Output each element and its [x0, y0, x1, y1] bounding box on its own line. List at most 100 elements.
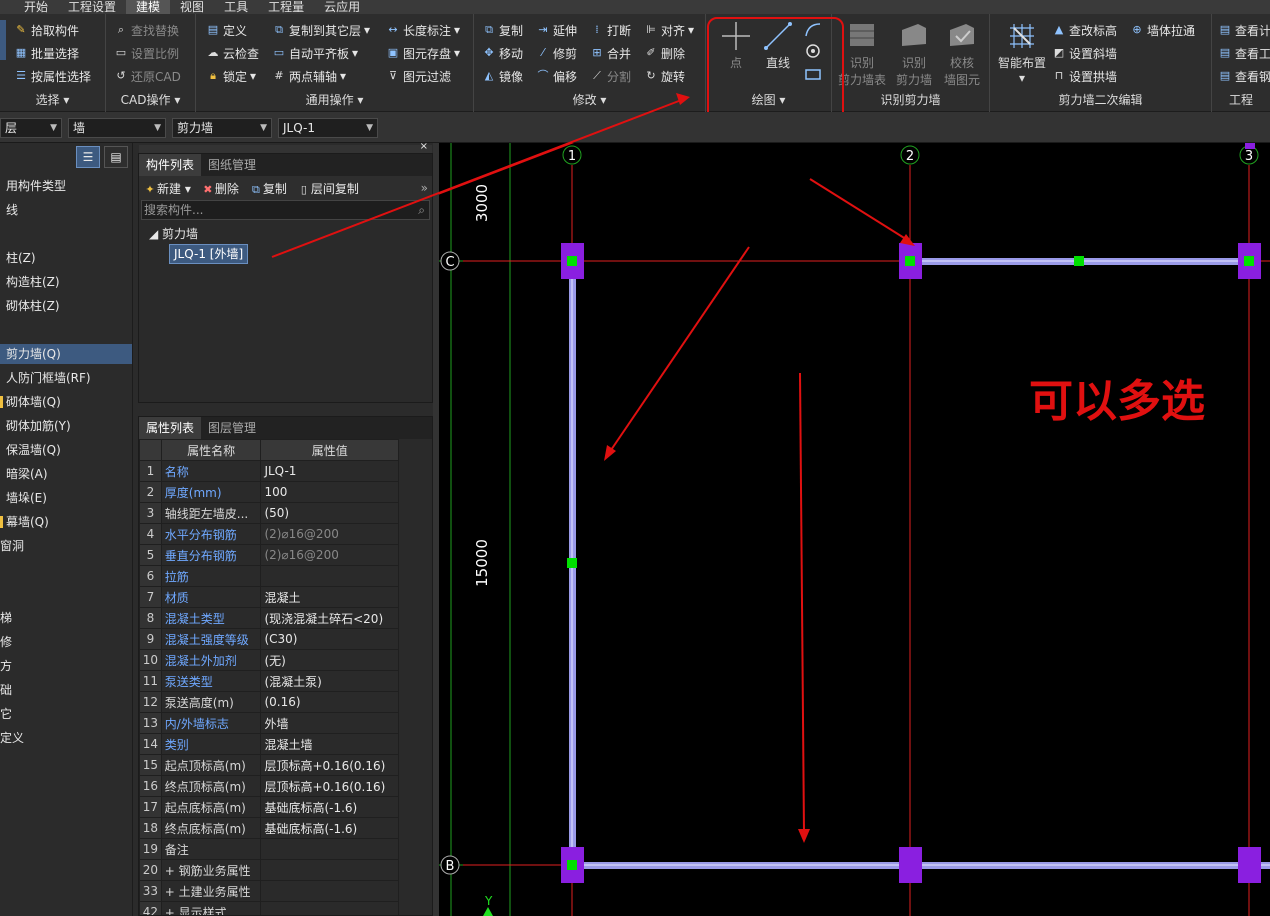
grip-handle[interactable]: [567, 256, 577, 266]
property-value[interactable]: (0.16): [260, 691, 399, 713]
property-row[interactable]: 20 + 钢筋业务属性: [139, 859, 399, 881]
property-value[interactable]: 层顶标高+0.16(0.16): [260, 775, 399, 797]
property-row[interactable]: 17 起点底标高(m) 基础底标高(-1.6): [139, 796, 399, 818]
align-button[interactable]: ⊫ 对齐 ▾: [644, 20, 694, 40]
property-row[interactable]: 4 水平分布钢筋 (2)⌀16@200: [139, 523, 399, 545]
column-3b[interactable]: [1238, 847, 1261, 883]
property-row[interactable]: 7 材质 混凝土: [139, 586, 399, 608]
set-scale-button[interactable]: ▭ 设置比例: [114, 43, 179, 63]
drawing-canvas[interactable]: 1 2 3 C B 3000 15000 可以多选 Y: [439, 143, 1270, 916]
property-row[interactable]: 1 名称 JLQ-1: [139, 460, 399, 482]
nav-curtain-wall[interactable]: 幕墙(Q): [0, 512, 132, 532]
view-calc-button[interactable]: ▤ 查看计: [1218, 20, 1270, 40]
property-row[interactable]: 10 混凝土外加剂 (无): [139, 649, 399, 671]
length-dimension-button[interactable]: ↔ 长度标注 ▾: [386, 20, 460, 40]
nav-masonry-rebar[interactable]: 砌体加筋(Y): [0, 416, 132, 436]
category-combo[interactable]: 墙 ▼: [68, 118, 166, 138]
element-filter-button[interactable]: ⊽ 图元过滤: [386, 66, 451, 86]
property-value[interactable]: JLQ-1: [260, 460, 399, 482]
property-value[interactable]: (现浇混凝土碎石<20): [260, 607, 399, 629]
property-row[interactable]: 5 垂直分布钢筋 (2)⌀16@200: [139, 544, 399, 566]
lock-button[interactable]: 🔒︎ 锁定 ▾: [206, 66, 256, 86]
property-row[interactable]: 11 泵送类型 (混凝土泵): [139, 670, 399, 692]
property-value[interactable]: (混凝土泵): [260, 670, 399, 692]
wall-extend-through-button[interactable]: ⊕ 墙体拉通: [1130, 20, 1195, 40]
column-2b[interactable]: [899, 847, 922, 883]
new-component-button[interactable]: ✦ 新建 ▾: [143, 180, 190, 197]
nav-foundation[interactable]: 础: [0, 680, 132, 700]
tree-group-shear-wall[interactable]: ◢ 剪力墙: [139, 224, 432, 244]
property-value[interactable]: 100: [260, 481, 399, 503]
nav-other[interactable]: 它: [0, 704, 132, 724]
group-modify-label[interactable]: 修改 ▾: [474, 91, 705, 108]
grid-view-icon[interactable]: ▤: [104, 146, 128, 168]
merge-button[interactable]: ⊞ 合并: [590, 43, 631, 63]
copy-to-other-floor-button[interactable]: ⧉ 复制到其它层 ▾: [272, 20, 370, 40]
menu-modeling[interactable]: 建模: [126, 0, 171, 14]
floor-plan-svg[interactable]: 1 2 3 C B 3000 15000 可以多选 Y: [439, 143, 1270, 916]
grip-handle[interactable]: [1244, 256, 1254, 266]
property-row[interactable]: 15 起点顶标高(m) 层顶标高+0.16(0.16): [139, 754, 399, 776]
list-view-icon[interactable]: ☰: [76, 146, 100, 168]
nav-column[interactable]: 柱(Z): [0, 248, 132, 268]
rotate-button[interactable]: ↻ 旋转: [644, 66, 685, 86]
nav-decoration[interactable]: 修: [0, 632, 132, 652]
property-row[interactable]: 42 + 显示样式: [139, 901, 399, 915]
delete-component-button[interactable]: ✖ 删除: [201, 180, 239, 197]
property-row[interactable]: 8 混凝土类型 (现浇混凝土碎石<20): [139, 607, 399, 629]
property-value[interactable]: 混凝土墙: [260, 733, 399, 755]
nav-hidden-beam[interactable]: 暗梁(A): [0, 464, 132, 484]
pick-component-button[interactable]: ✎ 拾取构件: [14, 20, 79, 40]
nav-earthwork[interactable]: 方: [0, 656, 132, 676]
property-value[interactable]: (C30): [260, 628, 399, 650]
property-row[interactable]: 2 厚度(mm) 100: [139, 481, 399, 503]
property-row[interactable]: 16 终点顶标高(m) 层顶标高+0.16(0.16): [139, 775, 399, 797]
save-element-button[interactable]: ▣ 图元存盘 ▾: [386, 43, 460, 63]
offset-button[interactable]: ⌒ 偏移: [536, 66, 578, 86]
property-value[interactable]: [260, 880, 399, 902]
property-value[interactable]: [260, 565, 399, 587]
nav-civil-defense-door-wall[interactable]: 人防门框墙(RF): [0, 368, 132, 388]
property-value[interactable]: 基础底标高(-1.6): [260, 817, 399, 839]
cloud-check-button[interactable]: ☁ 云检查: [206, 43, 260, 63]
property-row[interactable]: 19 备注: [139, 838, 399, 860]
extend-button[interactable]: ⇥ 延伸: [536, 20, 577, 40]
copy-button[interactable]: ⧉ 复制: [482, 20, 523, 40]
floor-combo[interactable]: 层 ▼: [0, 118, 62, 138]
type-combo[interactable]: 剪力墙 ▼: [172, 118, 272, 138]
nav-axis[interactable]: 线: [0, 200, 132, 220]
property-value[interactable]: (无): [260, 649, 399, 671]
view-rebar-button[interactable]: ▤ 查看钢: [1218, 66, 1270, 86]
grip-handle[interactable]: [567, 860, 577, 870]
select-by-property-button[interactable]: ☰ 按属性选择: [14, 66, 91, 86]
tab-property-list[interactable]: 属性列表: [139, 417, 202, 439]
property-row[interactable]: 13 内/外墙标志 外墙: [139, 712, 399, 734]
nav-common-types[interactable]: 用构件类型: [0, 176, 132, 196]
group-common-label[interactable]: 通用操作 ▾: [196, 91, 473, 108]
more-icon[interactable]: »: [421, 181, 428, 195]
floor-copy-button[interactable]: ▯ 层间复制: [297, 180, 359, 197]
property-value[interactable]: (50): [260, 502, 399, 524]
nav-custom[interactable]: 定义: [0, 728, 132, 748]
property-value[interactable]: (2)⌀16@200: [260, 544, 399, 566]
change-elevation-button[interactable]: ▲ 查改标高: [1052, 20, 1117, 40]
property-value[interactable]: 混凝土: [260, 586, 399, 608]
property-value[interactable]: 层顶标高+0.16(0.16): [260, 754, 399, 776]
set-arch-wall-button[interactable]: ⊓ 设置拱墙: [1052, 66, 1117, 86]
nav-shear-wall[interactable]: 剪力墙(Q): [0, 344, 132, 364]
define-button[interactable]: ▤ 定义: [206, 20, 247, 40]
break-button[interactable]: ⁞ 打断: [590, 20, 631, 40]
property-row[interactable]: 6 拉筋: [139, 565, 399, 587]
tab-drawing-management[interactable]: 图纸管理: [201, 154, 263, 176]
delete-button[interactable]: ✐ 删除: [644, 43, 685, 63]
property-row[interactable]: 12 泵送高度(m) (0.16): [139, 691, 399, 713]
close-icon[interactable]: ×: [420, 141, 428, 152]
check-wall-elements-button[interactable]: 校核 墙图元: [938, 20, 986, 88]
column-3-top[interactable]: [1245, 143, 1255, 149]
nav-insulation-wall[interactable]: 保温墙(Q): [0, 440, 132, 460]
property-row[interactable]: 18 终点底标高(m) 基础底标高(-1.6): [139, 817, 399, 839]
restore-cad-button[interactable]: ↺ 还原CAD: [114, 66, 180, 86]
trim-button[interactable]: ⁄ 修剪: [536, 43, 577, 63]
nav-stairs[interactable]: 梯: [0, 608, 132, 628]
tab-layer-management[interactable]: 图层管理: [201, 417, 263, 439]
